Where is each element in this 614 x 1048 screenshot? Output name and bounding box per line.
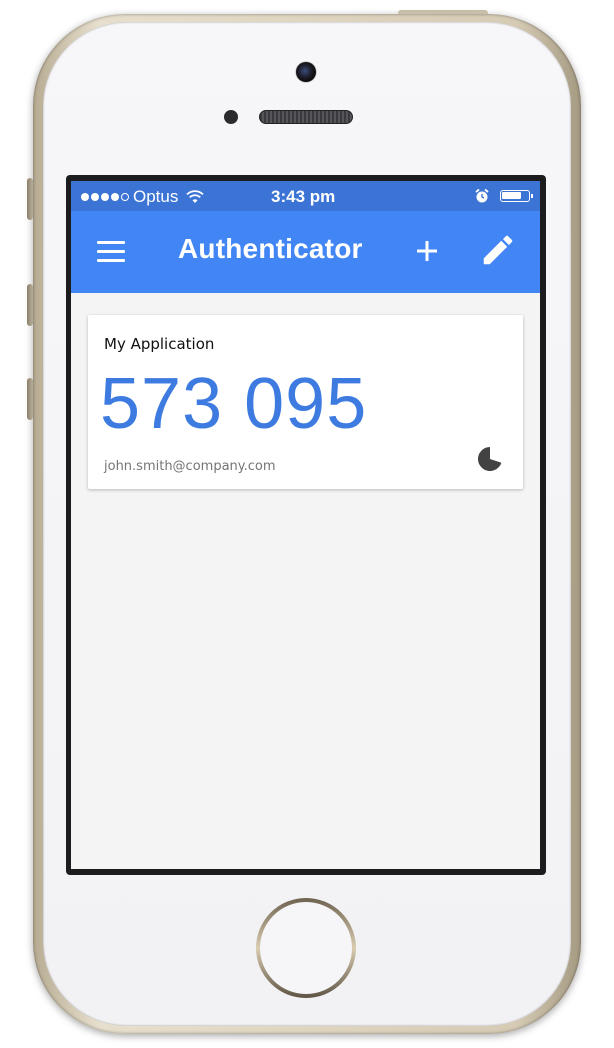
signal-strength-icon <box>81 193 129 201</box>
home-button-face <box>260 902 352 994</box>
account-card[interactable]: My Application 573 095 john.smith@compan… <box>88 315 523 489</box>
menu-icon[interactable] <box>97 241 127 263</box>
battery-fill <box>502 192 521 199</box>
status-time: 3:43 pm <box>271 187 336 206</box>
carrier-name: Optus <box>133 187 179 206</box>
alarm-icon <box>475 188 489 203</box>
app-screen: Optus 3:43 pm Authenticator My Applicati… <box>71 181 540 869</box>
home-button[interactable] <box>256 898 356 998</box>
status-right-icons <box>474 188 533 204</box>
carrier-group: Optus <box>81 187 204 207</box>
earpiece-speaker <box>259 110 353 124</box>
otp-code[interactable]: 573 095 <box>100 363 367 445</box>
app-toolbar: Authenticator <box>71 211 540 293</box>
account-issuer: My Application <box>104 335 215 353</box>
front-camera <box>296 62 316 82</box>
account-email: john.smith@company.com <box>104 459 276 474</box>
edit-icon[interactable] <box>479 231 517 269</box>
proximity-sensor <box>224 110 238 124</box>
app-title: Authenticator <box>178 233 363 264</box>
status-bar: Optus 3:43 pm <box>71 181 540 211</box>
add-icon[interactable] <box>409 233 445 269</box>
battery-icon <box>500 190 533 202</box>
countdown-timer-icon <box>477 447 502 471</box>
wifi-icon <box>186 190 204 203</box>
